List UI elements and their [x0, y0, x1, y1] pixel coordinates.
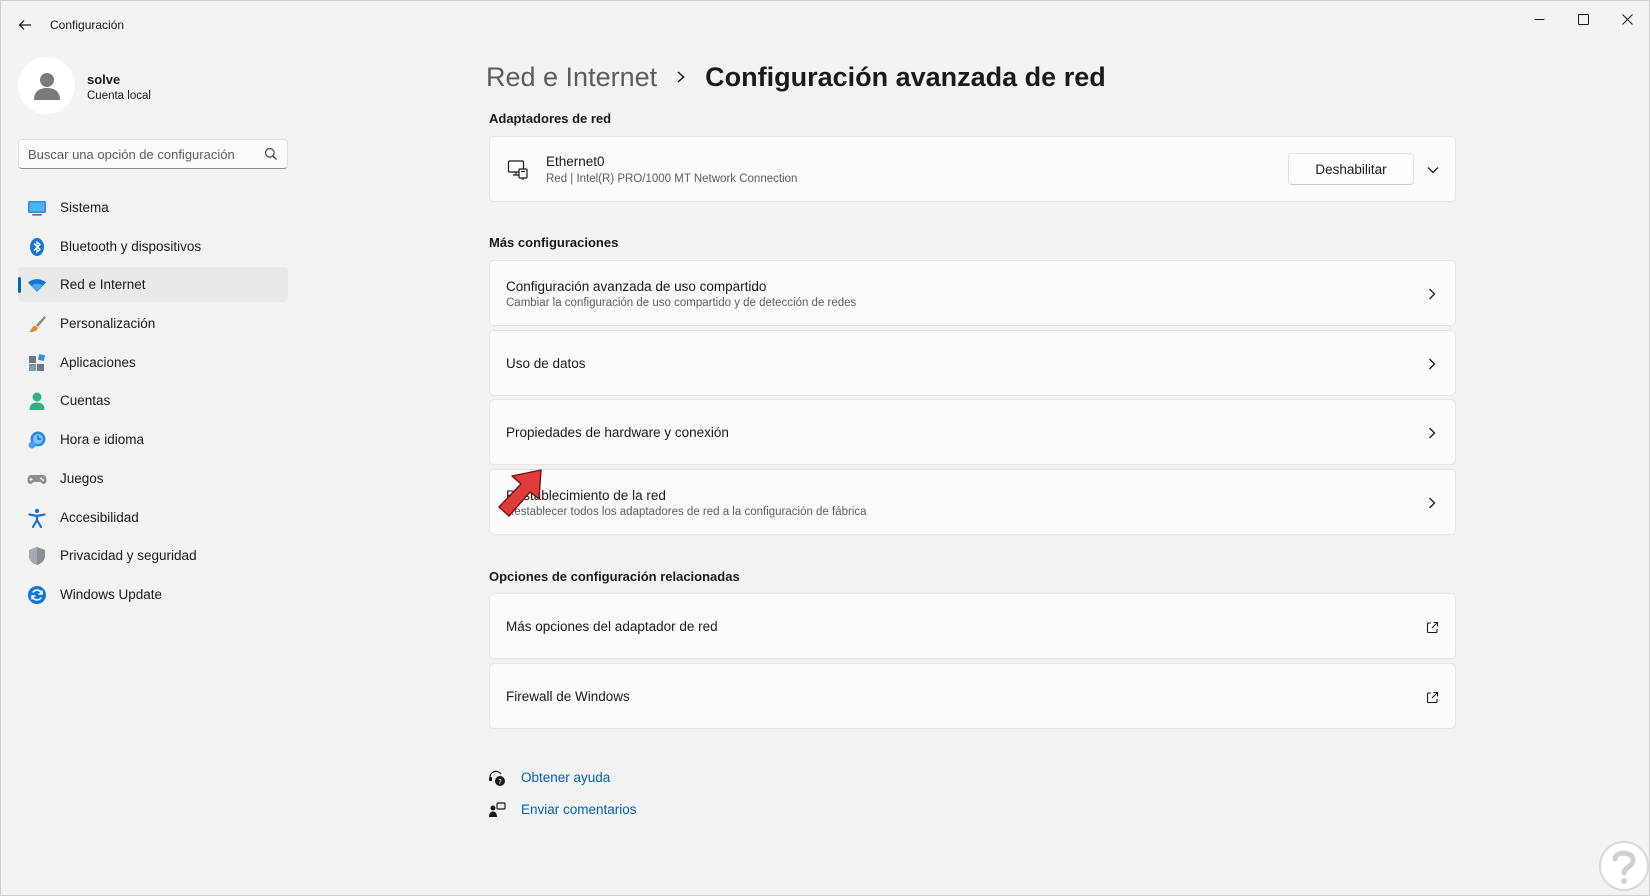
wifi-icon [27, 275, 47, 295]
maximize-button[interactable] [1561, 5, 1605, 33]
sidebar-item-accesibilidad[interactable]: Accesibilidad [18, 500, 288, 535]
sidebar-nav: Sistema Bluetooth y dispositivos Red e I… [18, 190, 288, 616]
watermark-logo-icon [1599, 841, 1649, 891]
section-title-related: Opciones de configuración relacionadas [489, 569, 740, 584]
user-name: solve [87, 72, 121, 87]
card-title: Uso de datos [506, 356, 586, 371]
app-title: Configuración [50, 18, 125, 32]
sidebar-item-label: Cuentas [60, 393, 111, 409]
adapter-card-ethernet[interactable]: Ethernet0 Red | Intel(R) PRO/1000 MT Net… [489, 136, 1456, 202]
apps-icon [27, 353, 47, 373]
chevron-right-icon [1425, 287, 1439, 301]
card-title: Más opciones del adaptador de red [506, 619, 718, 634]
card-subtitle: Restablecer todos los adaptadores de red… [506, 506, 867, 518]
sidebar-item-cuentas[interactable]: Cuentas [18, 383, 288, 418]
system-icon [27, 198, 47, 218]
sidebar-item-label: Sistema [60, 200, 109, 215]
breadcrumb: Red e Internet Configuración avanzada de… [486, 57, 1106, 97]
adapter-description: Red | Intel(R) PRO/1000 MT Network Conne… [546, 173, 798, 185]
minimize-icon [1534, 18, 1544, 20]
sidebar-item-aplicaciones[interactable]: Aplicaciones [18, 345, 288, 380]
ethernet-adapter-icon [507, 160, 528, 180]
minimize-button[interactable] [1517, 5, 1561, 33]
update-icon [27, 585, 47, 605]
sidebar-item-label: Accesibilidad [60, 509, 139, 525]
card-title: Firewall de Windows [506, 689, 630, 704]
card-title: Configuración avanzada de uso compartido [506, 279, 767, 294]
external-link-icon [1425, 620, 1439, 634]
sidebar-item-privacidad[interactable]: Privacidad y seguridad [18, 538, 288, 573]
feedback-icon [489, 802, 506, 817]
sidebar-item-windows-update[interactable]: Windows Update [18, 577, 288, 612]
card-data-usage[interactable]: Uso de datos [489, 330, 1456, 396]
adapter-name: Ethernet0 [546, 154, 605, 169]
user-profile[interactable]: solve Cuenta local [18, 57, 278, 115]
help-links: ? Obtener ayuda Enviar comentarios [488, 761, 688, 825]
back-arrow-icon [18, 20, 31, 30]
feedback-link-row: Enviar comentarios [488, 793, 688, 825]
section-title-more-settings: Más configuraciones [489, 235, 619, 250]
back-button[interactable] [13, 13, 37, 37]
sidebar-item-juegos[interactable]: Juegos [18, 461, 288, 496]
avatar [18, 57, 75, 114]
chevron-right-icon [675, 70, 687, 84]
accessibility-icon [27, 508, 47, 528]
card-hardware-properties[interactable]: Propiedades de hardware y conexión [489, 399, 1456, 465]
title-bar: Configuración [1, 1, 1650, 49]
sidebar-item-hora-idioma[interactable]: Hora e idioma [18, 422, 288, 457]
sidebar-item-label: Red e Internet [60, 277, 146, 293]
search-box [18, 139, 288, 169]
page-title: Configuración avanzada de red [705, 61, 1106, 92]
user-avatar-icon [33, 72, 60, 100]
sidebar-item-personalizacion[interactable]: Personalización [18, 306, 288, 341]
sidebar-item-label: Privacidad y seguridad [60, 548, 197, 564]
sidebar-item-bluetooth[interactable]: Bluetooth y dispositivos [18, 229, 288, 264]
search-icon[interactable] [264, 147, 278, 161]
close-icon [1621, 13, 1633, 25]
card-network-reset[interactable]: Restablecimiento de la red Restablecer t… [489, 469, 1456, 535]
bluetooth-icon [27, 237, 47, 257]
section-title-adapters: Adaptadores de red [489, 111, 612, 126]
sidebar-item-red-internet[interactable]: Red e Internet [18, 267, 288, 303]
card-title: Restablecimiento de la red [506, 488, 666, 503]
chevron-down-icon [1427, 167, 1439, 174]
disable-button[interactable]: Deshabilitar [1288, 153, 1414, 185]
chevron-right-icon [1425, 357, 1439, 371]
sidebar-item-label: Personalización [60, 316, 156, 332]
expand-button[interactable] [1424, 161, 1442, 179]
sidebar-item-label: Hora e idioma [60, 432, 145, 448]
card-title: Propiedades de hardware y conexión [506, 425, 729, 440]
help-icon: ? [489, 770, 505, 786]
svg-text:?: ? [498, 778, 502, 786]
card-subtitle: Cambiar la configuración de uso comparti… [506, 297, 857, 309]
brush-icon [27, 314, 47, 334]
get-help-link[interactable]: Obtener ayuda [521, 770, 610, 785]
account-type: Cuenta local [87, 90, 151, 102]
close-button[interactable] [1605, 5, 1649, 33]
external-link-icon [1425, 690, 1439, 704]
settings-window: Configuración solve Cuenta local Buscar … [0, 0, 1650, 896]
card-advanced-sharing[interactable]: Configuración avanzada de uso compartido… [489, 260, 1456, 326]
sidebar-item-label: Bluetooth y dispositivos [60, 238, 202, 254]
card-adapter-options[interactable]: Más opciones del adaptador de red [489, 593, 1456, 659]
get-help-link-row: ? Obtener ayuda [488, 761, 688, 793]
sidebar-item-sistema[interactable]: Sistema [18, 190, 288, 225]
sidebar-item-label: Juegos [60, 470, 104, 486]
search-input[interactable] [28, 146, 256, 163]
time-language-icon [27, 430, 47, 450]
sidebar-item-label: Windows Update [60, 586, 163, 602]
breadcrumb-parent[interactable]: Red e Internet [486, 62, 657, 93]
gamepad-icon [27, 469, 47, 489]
sidebar-item-label: Aplicaciones [60, 354, 136, 370]
card-windows-firewall[interactable]: Firewall de Windows [489, 663, 1456, 729]
accounts-icon [27, 391, 47, 411]
shield-icon [27, 546, 47, 566]
maximize-icon [1577, 13, 1589, 25]
chevron-right-icon [1425, 496, 1439, 510]
chevron-right-icon [1425, 426, 1439, 440]
send-feedback-link[interactable]: Enviar comentarios [521, 802, 637, 817]
